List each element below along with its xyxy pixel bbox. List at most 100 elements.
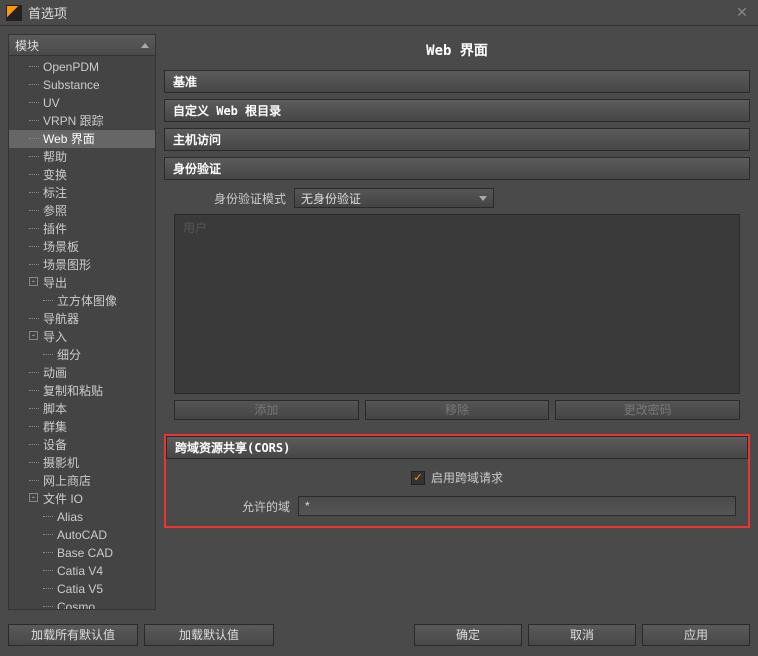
tree-item-label: UV — [43, 96, 60, 110]
close-icon[interactable]: ✕ — [732, 4, 752, 21]
tree-item[interactable]: -导入 — [9, 328, 155, 346]
cors-enable-checkbox[interactable]: ✓ — [411, 471, 425, 485]
tree-item[interactable]: 细分 — [9, 346, 155, 364]
tree-connector — [29, 156, 39, 157]
section-header-auth[interactable]: 身份验证 — [164, 157, 750, 180]
tree-item-label: 场景板 — [43, 240, 79, 254]
change-password-button[interactable]: 更改密码 — [555, 400, 740, 420]
tree-item[interactable]: -文件 IO — [9, 490, 155, 508]
apply-button[interactable]: 应用 — [642, 624, 750, 646]
tree-item-label: 脚本 — [43, 402, 67, 416]
section-host-access: 主机访问 — [164, 128, 750, 151]
auth-mode-select[interactable]: 无身份验证 — [294, 188, 494, 208]
auth-mode-value: 无身份验证 — [301, 190, 361, 207]
tree-item-label: Base CAD — [57, 546, 113, 560]
auth-mode-row: 身份验证模式 无身份验证 — [174, 188, 740, 208]
tree-item[interactable]: 设备 — [9, 436, 155, 454]
tree-item-label: AutoCAD — [57, 528, 107, 542]
section-header-custom-root[interactable]: 自定义 Web 根目录 — [164, 99, 750, 122]
tree-item[interactable]: 帮助 — [9, 148, 155, 166]
tree-item[interactable]: 场景图形 — [9, 256, 155, 274]
auth-body: 身份验证模式 无身份验证 用户 添加 移除 更改密码 — [164, 180, 750, 428]
tree-item[interactable]: 参照 — [9, 202, 155, 220]
tree-item[interactable]: 导航器 — [9, 310, 155, 328]
tree-item-label: 复制和粘贴 — [43, 384, 103, 398]
cancel-button[interactable]: 取消 — [528, 624, 636, 646]
tree-item[interactable]: 摄影机 — [9, 454, 155, 472]
sidebar-header[interactable]: 模块 — [8, 34, 156, 56]
tree-connector — [29, 210, 39, 211]
ok-button[interactable]: 确定 — [414, 624, 522, 646]
tree-connector — [29, 408, 39, 409]
remove-button[interactable]: 移除 — [365, 400, 550, 420]
add-button[interactable]: 添加 — [174, 400, 359, 420]
tree-connector — [43, 606, 53, 607]
tree-item[interactable]: Substance — [9, 76, 155, 94]
tree-item[interactable]: OpenPDM — [9, 58, 155, 76]
tree-item-label: Web 界面 — [43, 132, 95, 146]
tree-connector — [29, 318, 39, 319]
tree-item-label: Alias — [57, 510, 83, 524]
tree-item-label: 群集 — [43, 420, 67, 434]
tree-item[interactable]: 变换 — [9, 166, 155, 184]
tree-item[interactable]: 动画 — [9, 364, 155, 382]
tree-item[interactable]: 脚本 — [9, 400, 155, 418]
tree-item-label: OpenPDM — [43, 60, 99, 74]
chevron-down-icon — [479, 196, 487, 201]
tree-item[interactable]: -导出 — [9, 274, 155, 292]
tree-connector — [43, 300, 53, 301]
tree-item[interactable]: Base CAD — [9, 544, 155, 562]
tree-item-label: 导入 — [43, 330, 67, 344]
tree-connector — [29, 444, 39, 445]
tree-connector — [29, 462, 39, 463]
section-header-host-access[interactable]: 主机访问 — [164, 128, 750, 151]
preferences-window: 首选项 ✕ 模块 OpenPDM Substance UV VRPN 跟踪 Web 界面… — [0, 0, 758, 656]
expander-icon[interactable]: - — [29, 493, 38, 502]
auth-user-listbox[interactable]: 用户 — [174, 214, 740, 394]
tree-item[interactable]: 场景板 — [9, 238, 155, 256]
tree-item[interactable]: Cosmo — [9, 598, 155, 610]
tree-item[interactable]: Alias — [9, 508, 155, 526]
section-header-cors[interactable]: 跨域资源共享(CORS) — [166, 436, 748, 459]
expander-icon[interactable]: - — [29, 331, 38, 340]
tree-connector — [43, 534, 53, 535]
tree-item[interactable]: 复制和粘贴 — [9, 382, 155, 400]
tree-connector — [29, 372, 39, 373]
tree-connector — [29, 480, 39, 481]
tree-connector — [43, 516, 53, 517]
cors-domains-input[interactable]: * — [298, 496, 736, 516]
load-defaults-button[interactable]: 加载默认值 — [144, 624, 274, 646]
cors-enable-row: ✓ 启用跨域请求 — [178, 469, 736, 486]
tree-item[interactable]: 立方体图像 — [9, 292, 155, 310]
tree-item-label: Catia V4 — [57, 564, 103, 578]
tree-item[interactable]: AutoCAD — [9, 526, 155, 544]
window-title: 首选项 — [28, 3, 732, 22]
tree-item-label: 立方体图像 — [57, 294, 117, 308]
tree-item[interactable]: VRPN 跟踪 — [9, 112, 155, 130]
tree-connector — [29, 66, 39, 67]
tree-item[interactable]: 群集 — [9, 418, 155, 436]
body: 模块 OpenPDM Substance UV VRPN 跟踪 Web 界面帮助变换标注… — [0, 26, 758, 618]
tree-connector — [29, 84, 39, 85]
section-cors: 跨域资源共享(CORS) ✓ 启用跨域请求 允许的域 * — [164, 434, 750, 528]
tree-item[interactable]: 插件 — [9, 220, 155, 238]
chevron-up-icon — [141, 43, 149, 48]
tree-connector — [29, 174, 39, 175]
tree-connector — [43, 570, 53, 571]
load-all-defaults-button[interactable]: 加载所有默认值 — [8, 624, 138, 646]
section-header-baseline[interactable]: 基准 — [164, 70, 750, 93]
tree-item[interactable]: 网上商店 — [9, 472, 155, 490]
tree-item[interactable]: 标注 — [9, 184, 155, 202]
tree-connector — [29, 192, 39, 193]
cors-enable-label: 启用跨域请求 — [431, 469, 503, 486]
tree-item-label: 导航器 — [43, 312, 79, 326]
auth-button-row: 添加 移除 更改密码 — [174, 400, 740, 420]
tree-item[interactable]: Catia V5 — [9, 580, 155, 598]
tree-item-label: 网上商店 — [43, 474, 91, 488]
cors-body: ✓ 启用跨域请求 允许的域 * — [166, 459, 748, 526]
tree-item[interactable]: UV — [9, 94, 155, 112]
expander-icon[interactable]: - — [29, 277, 38, 286]
tree-item[interactable]: Catia V4 — [9, 562, 155, 580]
tree-item[interactable]: Web 界面 — [9, 130, 155, 148]
module-tree[interactable]: OpenPDM Substance UV VRPN 跟踪 Web 界面帮助变换标注参照插… — [8, 56, 156, 610]
